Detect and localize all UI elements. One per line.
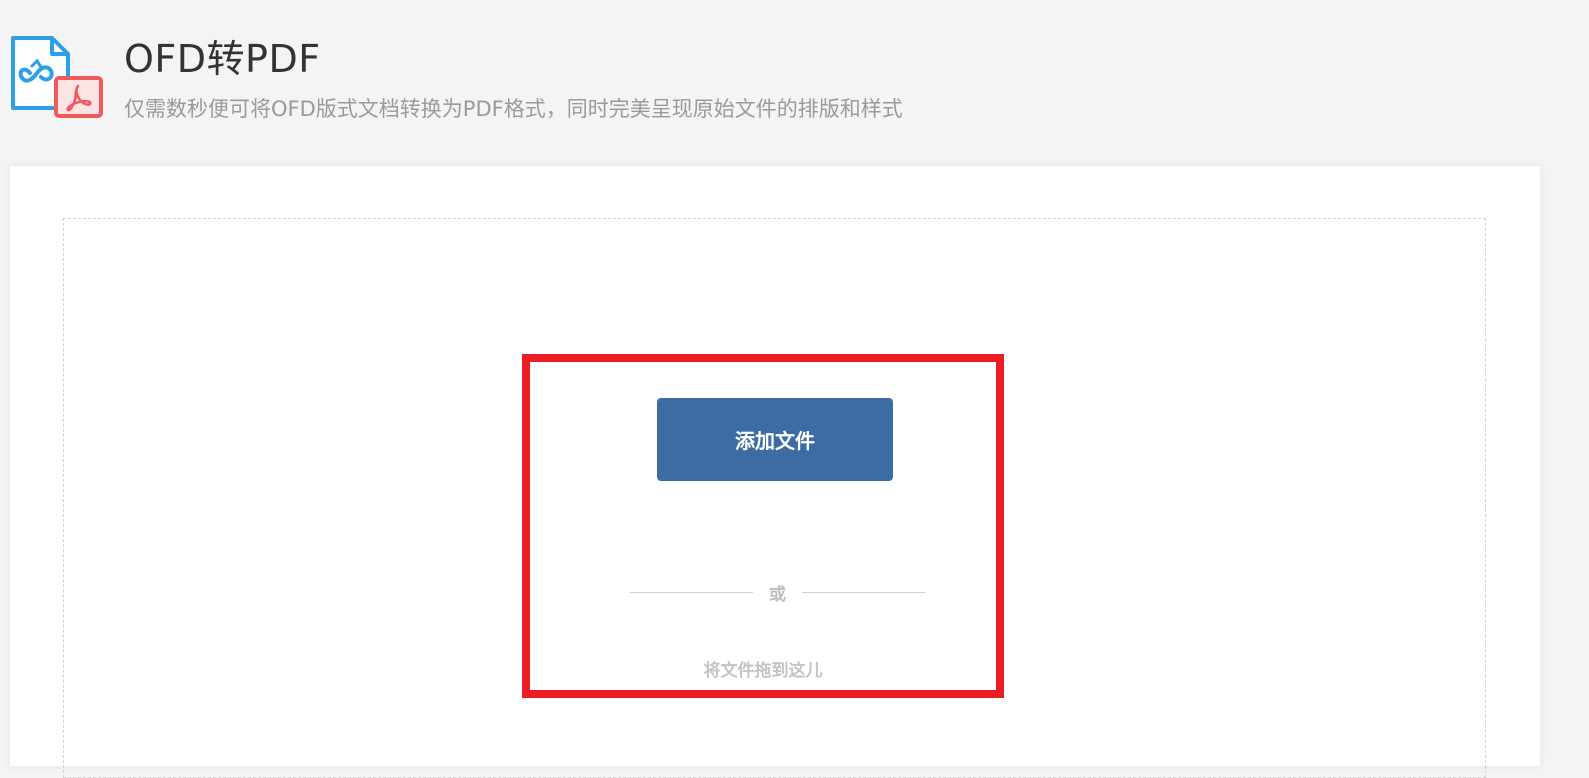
file-drop-zone[interactable]: 添加文件 或 将文件拖到这儿 [63, 218, 1486, 778]
page-title: OFD转PDF [124, 37, 321, 81]
page-header: OFD转PDF 仅需数秒便可将OFD版式文档转换为PDF格式，同时完美呈现原始文… [0, 0, 1589, 165]
divider-line-right [802, 591, 925, 593]
drag-hint-text: 将文件拖到这儿 [703, 661, 823, 681]
highlight-box: 添加文件 或 将文件拖到这儿 [522, 354, 1004, 698]
divider-line-left [630, 591, 753, 593]
divider-text: 或 [769, 584, 786, 605]
upload-card: 添加文件 或 将文件拖到这儿 [10, 166, 1540, 778]
add-file-button[interactable]: 添加文件 [657, 398, 893, 481]
ofd-to-pdf-icon [10, 34, 106, 122]
or-divider: 或 [630, 580, 925, 605]
page-subtitle: 仅需数秒便可将OFD版式文档转换为PDF格式，同时完美呈现原始文件的排版和样式 [124, 97, 903, 121]
